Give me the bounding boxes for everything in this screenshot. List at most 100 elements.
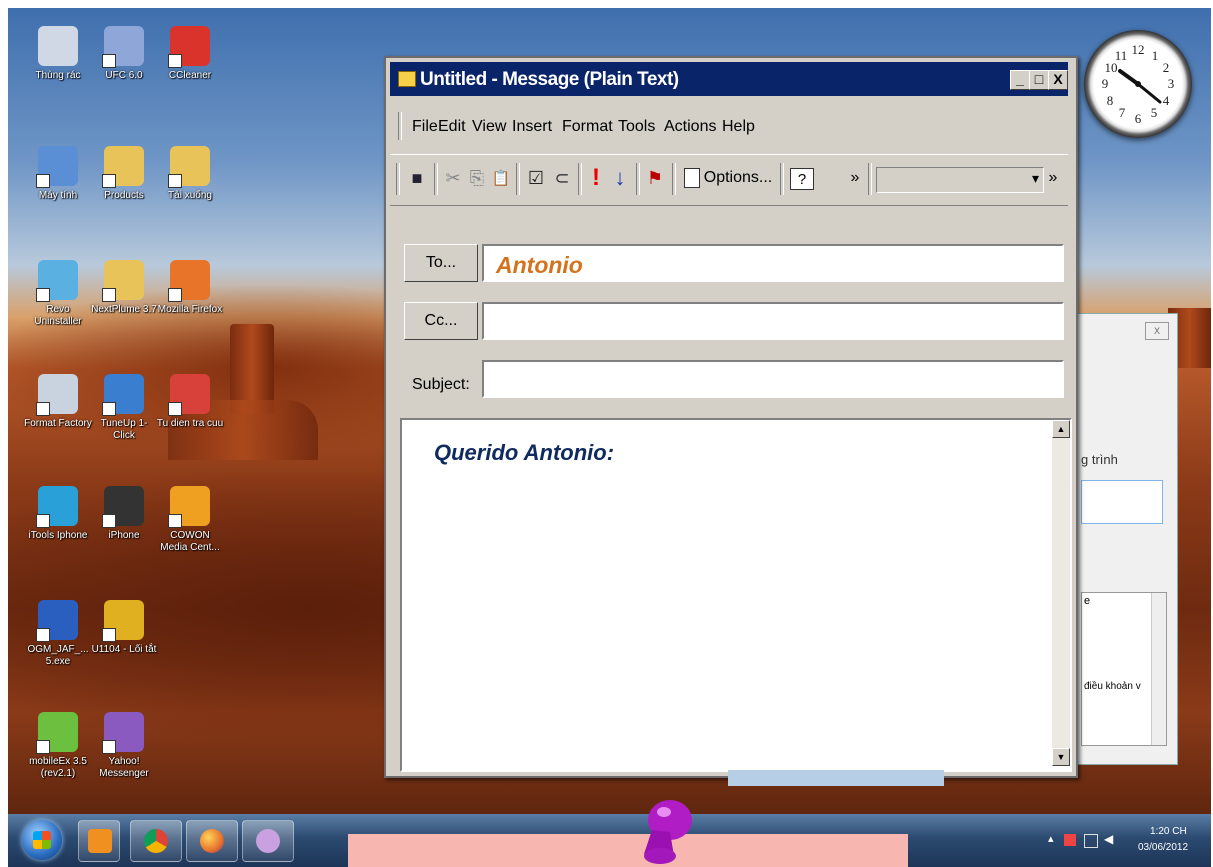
flag-icon[interactable]: ⚑ <box>644 165 666 191</box>
windows-logo-icon <box>33 831 51 849</box>
chrome-icon <box>144 829 168 853</box>
to-button[interactable]: To... <box>404 244 478 282</box>
desktop-icon[interactable]: Revo Uninstaller <box>24 260 92 328</box>
dialog-text: e <box>1084 595 1091 607</box>
desktop-icon[interactable]: Tu dien tra cuu <box>156 374 224 430</box>
start-button[interactable] <box>22 820 62 860</box>
overflow-icon[interactable]: » <box>1046 165 1060 191</box>
desktop-icon[interactable]: iPhone <box>90 486 158 542</box>
desktop-icon[interactable]: CCleaner <box>156 26 224 82</box>
desktop-icon[interactable]: Products <box>90 146 158 202</box>
clock-time[interactable]: 1:20 CH <box>1150 826 1187 837</box>
dialog-text: g trình <box>1081 452 1118 467</box>
dialog-text: điều khoản v <box>1084 681 1141 692</box>
desktop-icon[interactable]: Tải xuống <box>156 146 224 202</box>
message-window[interactable]: Untitled - Message (Plain Text) _ □ X Fi… <box>384 56 1078 778</box>
toolbar: ■ ✂ ⎘ 📋 ☑ ⊂ ! ↓ ⚑ Options... ? » ▾ » <box>390 154 1068 206</box>
desktop-icon[interactable]: mobileEx 3.5 (rev2.1) <box>24 712 92 780</box>
close-button[interactable]: X <box>1048 70 1068 90</box>
menu-edit[interactable]: Edit <box>438 118 466 136</box>
desktop-icon-label: Products <box>104 190 144 201</box>
taskbar-app-firefox[interactable] <box>186 820 238 862</box>
check-names-icon[interactable]: ☑ <box>524 165 548 191</box>
cc-field[interactable] <box>482 302 1064 340</box>
vertical-scrollbar[interactable]: ▲ ▼ <box>1052 420 1070 766</box>
desktop-icon[interactable]: Format Factory <box>24 374 92 430</box>
background-dialog[interactable]: X g trình e điều khoản v <box>1076 313 1178 765</box>
message-body[interactable]: Querido Antonio: ▲ ▼ <box>400 418 1072 772</box>
installer-icon <box>36 600 78 642</box>
menu-actions[interactable]: Actions <box>664 118 716 136</box>
font-style-dropdown[interactable]: ▾ <box>876 167 1044 193</box>
subject-field[interactable] <box>482 360 1064 398</box>
copy-icon[interactable]: ⎘ <box>466 165 488 191</box>
desktop-icon-label: Tải xuống <box>168 190 212 201</box>
desktop-icon[interactable]: UFC 6.0 <box>90 26 158 82</box>
desktop-icon[interactable]: U1104 - Lối tắt <box>90 600 158 656</box>
shortcut-icon <box>102 600 144 642</box>
desktop-icon[interactable]: Yahoo! Messenger <box>90 712 158 780</box>
attach-icon[interactable]: ⊂ <box>552 165 572 191</box>
messenger-icon <box>256 829 280 853</box>
options-button[interactable]: Options... <box>682 165 774 191</box>
chevron-down-icon: ▾ <box>1031 170 1039 186</box>
help-icon[interactable]: ? <box>790 168 814 190</box>
overflow-icon[interactable]: » <box>848 165 862 191</box>
dialog-input[interactable] <box>1081 480 1163 524</box>
desktop-icon[interactable]: OGM_JAF_... 5.exe <box>24 600 92 668</box>
minimize-button[interactable]: _ <box>1010 70 1030 90</box>
volume-icon[interactable]: ◀ <box>1104 832 1113 846</box>
tray-expand-icon[interactable]: ▴ <box>1048 832 1054 845</box>
clock-face-icon: 12369 1245 781011 <box>1102 42 1175 126</box>
taskbar-app-chrome[interactable] <box>130 820 182 862</box>
svg-text:6: 6 <box>1135 111 1142 126</box>
separator <box>868 163 872 195</box>
paper-strip <box>728 770 944 786</box>
svg-text:11: 11 <box>1115 48 1128 63</box>
svg-text:7: 7 <box>1119 105 1126 120</box>
svg-text:2: 2 <box>1163 60 1170 75</box>
desktop-icon-label: iTools Iphone <box>28 530 88 541</box>
desktop-icon[interactable]: TuneUp 1-Click <box>90 374 158 442</box>
separator <box>780 163 784 195</box>
title-bar[interactable]: Untitled - Message (Plain Text) _ □ X <box>390 62 1068 96</box>
network-icon[interactable] <box>1084 834 1098 848</box>
menu-insert[interactable]: Insert <box>512 118 552 136</box>
mobileex-icon <box>36 712 78 754</box>
desktop-icon[interactable]: Mozilla Firefox <box>156 260 224 316</box>
desktop-icon[interactable]: NextPlume 3.7 <box>90 260 158 316</box>
desktop-icon[interactable]: Máy tính <box>24 146 92 202</box>
firefox-icon <box>168 260 210 302</box>
desktop-icon[interactable]: iTools Iphone <box>24 486 92 542</box>
maximize-button[interactable]: □ <box>1029 70 1049 90</box>
desktop-icon-label: iPhone <box>108 530 140 541</box>
menu-format[interactable]: Format <box>562 118 613 136</box>
menu-help[interactable]: Help <box>722 118 755 136</box>
desktop-icon[interactable]: Thùng rác <box>24 26 92 82</box>
cut-icon[interactable]: ✂ <box>442 165 464 191</box>
separator <box>434 163 438 195</box>
scroll-down-icon[interactable]: ▼ <box>1052 748 1070 766</box>
desktop-icon-label: UFC 6.0 <box>105 70 143 81</box>
taskbar-app-media[interactable] <box>78 820 120 862</box>
high-importance-icon[interactable]: ! <box>586 164 606 191</box>
save-icon[interactable]: ■ <box>404 165 430 191</box>
taskbar-app-messenger[interactable] <box>242 820 294 862</box>
close-button[interactable]: X <box>1145 322 1169 340</box>
clock-gadget[interactable]: 12 3 6 9 1245 7 8 10 11 <box>1084 30 1192 138</box>
menu-tools[interactable]: Tools <box>618 118 655 136</box>
scrollbar[interactable] <box>1151 593 1166 745</box>
desktop-icon[interactable]: COWON Media Cent... <box>156 486 224 554</box>
to-field[interactable]: Antonio <box>482 244 1064 282</box>
cc-button[interactable]: Cc... <box>404 302 478 340</box>
clock-date[interactable]: 03/06/2012 <box>1138 842 1188 853</box>
separator <box>636 163 640 195</box>
scroll-up-icon[interactable]: ▲ <box>1052 420 1070 438</box>
menu-view[interactable]: View <box>472 118 506 136</box>
paste-icon[interactable]: 📋 <box>490 165 512 191</box>
tray-flag-icon[interactable] <box>1064 834 1076 846</box>
dialog-textarea[interactable]: e điều khoản v <box>1081 592 1167 746</box>
grip <box>398 112 402 140</box>
low-importance-icon[interactable]: ↓ <box>610 165 630 191</box>
menu-file[interactable]: File <box>412 118 438 136</box>
